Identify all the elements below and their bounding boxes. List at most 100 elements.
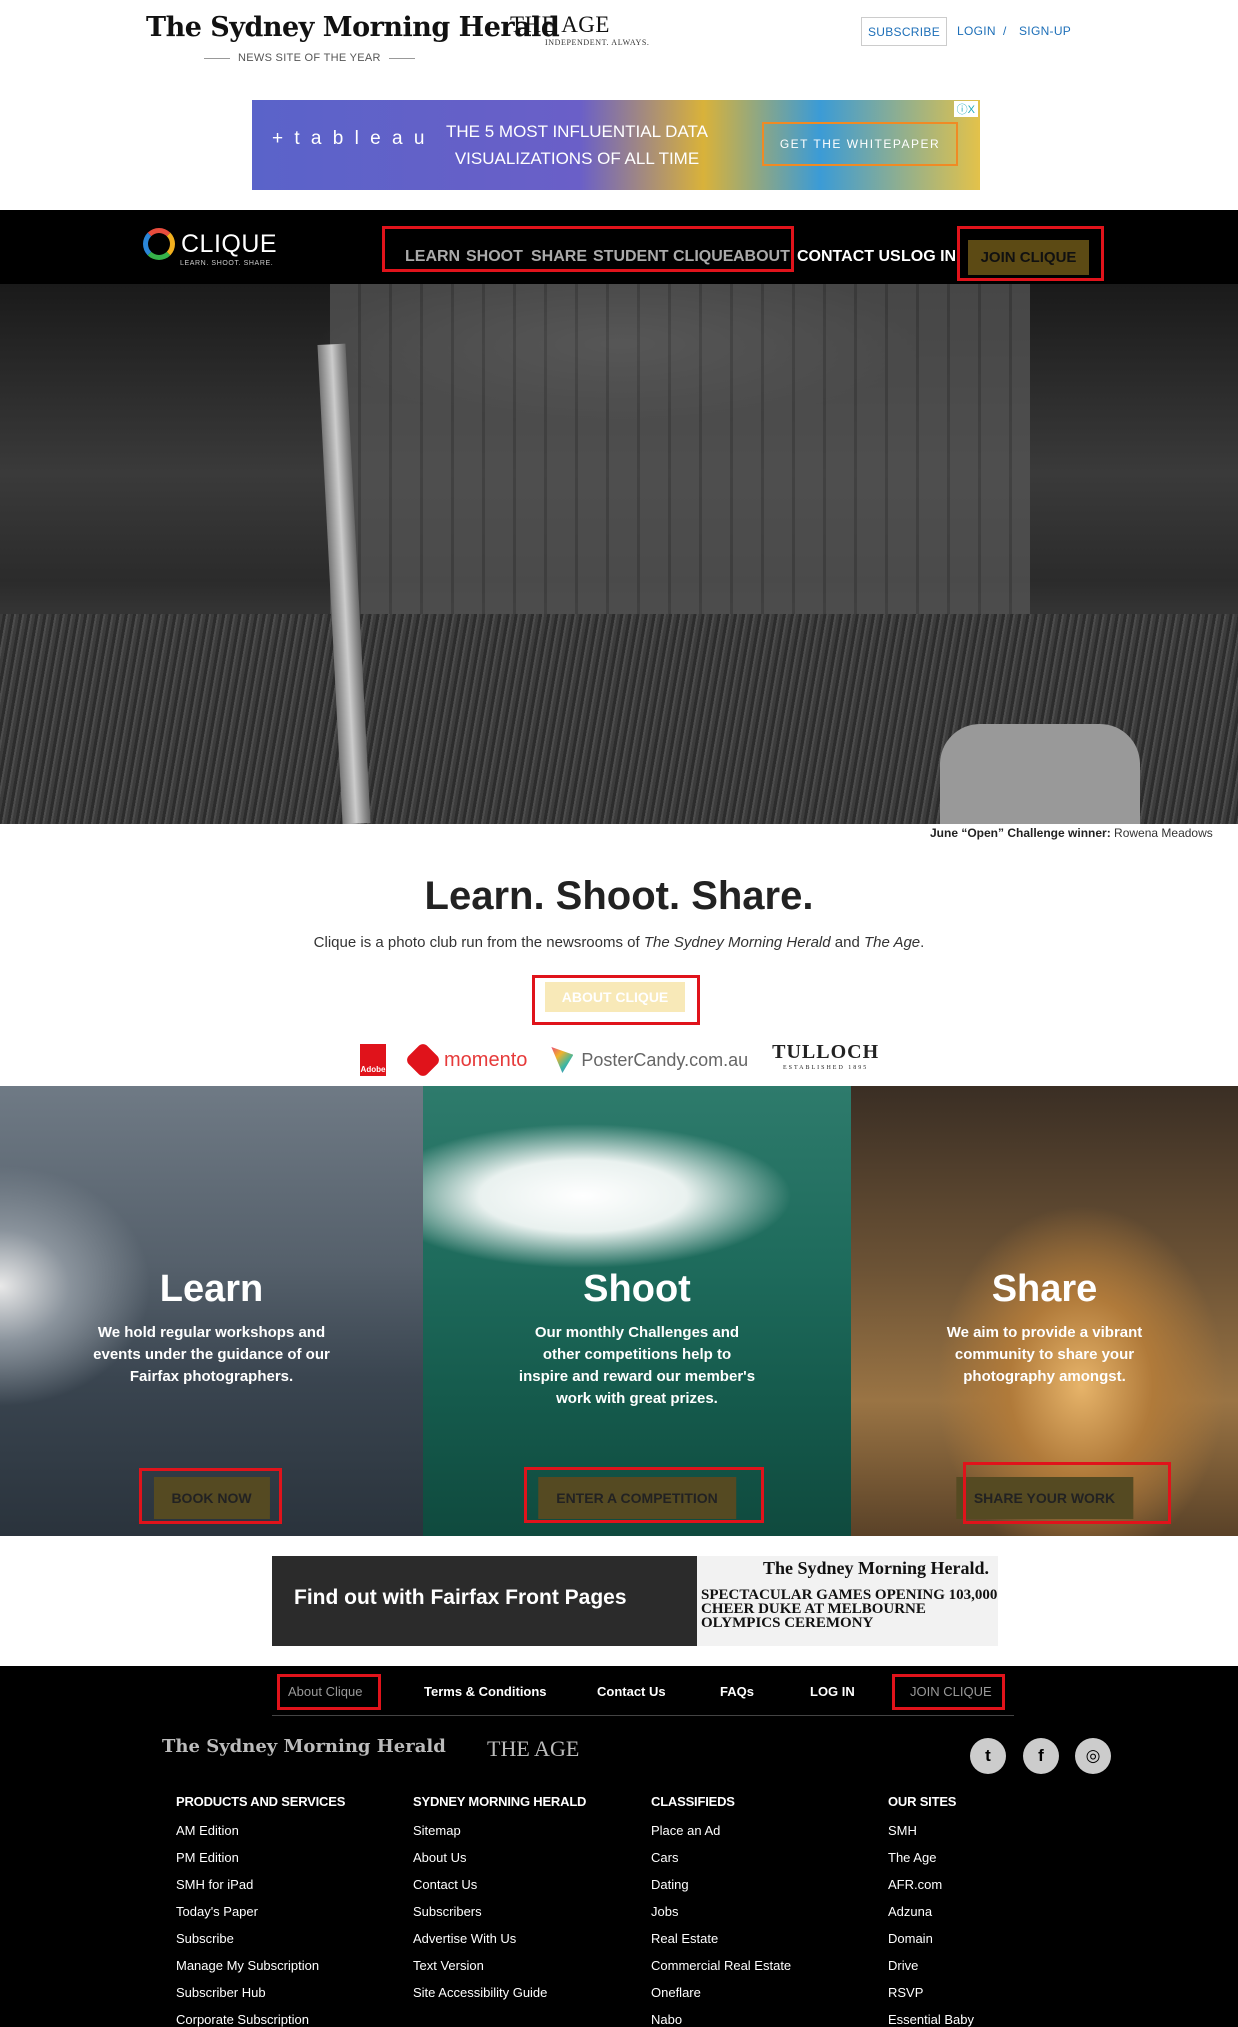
footer-link[interactable]: Subscribers bbox=[413, 1904, 633, 1931]
footer-col-classifieds: CLASSIFIEDS Place an Ad Cars Dating Jobs… bbox=[651, 1794, 871, 2027]
footer-link[interactable]: Jobs bbox=[651, 1904, 871, 1931]
nav-student-clique[interactable]: STUDENT CLIQUE bbox=[593, 248, 733, 266]
newspaper-image: The Sydney Morning Herald. SPECTACULAR G… bbox=[697, 1556, 998, 1646]
nav-log-in[interactable]: LOG IN bbox=[901, 248, 956, 266]
panel-shoot: Shoot Our monthly Challenges and other c… bbox=[423, 1086, 851, 1536]
footer-link[interactable]: Cars bbox=[651, 1850, 871, 1877]
panel-shoot-title: Shoot bbox=[583, 1268, 691, 1310]
footer-link[interactable]: Commercial Real Estate bbox=[651, 1958, 871, 1985]
tulloch-logo[interactable]: TULLOCH ESTABLISHED 1895 bbox=[772, 1042, 879, 1076]
footer-col-heading: SYDNEY MORNING HERALD bbox=[413, 1794, 587, 1809]
smh-logo[interactable]: The Sydney Morning Herald bbox=[146, 12, 560, 43]
instagram-icon[interactable]: ◎ bbox=[1075, 1738, 1111, 1774]
login-separator: / bbox=[1003, 24, 1007, 38]
nav-contact-us[interactable]: CONTACT US bbox=[797, 248, 901, 266]
footer-about-clique[interactable]: About Clique bbox=[288, 1684, 362, 1699]
ad-cta-button[interactable]: GET THE WHITEPAPER bbox=[762, 122, 958, 166]
footer-link[interactable]: AFR.com bbox=[888, 1877, 1088, 1904]
footer-link[interactable]: RSVP bbox=[888, 1985, 1088, 2012]
intro-title: Learn. Shoot. Share. bbox=[424, 874, 814, 918]
footer-col-products: PRODUCTS AND SERVICES AM Edition PM Edit… bbox=[176, 1794, 396, 2027]
hero-caption: June “Open” Challenge winner: Rowena Mea… bbox=[930, 826, 1213, 840]
footer-link[interactable]: Dating bbox=[651, 1877, 871, 1904]
subscribe-button[interactable]: SUBSCRIBE bbox=[861, 17, 947, 46]
caption-label: June “Open” Challenge winner: bbox=[930, 826, 1111, 840]
adobe-logo[interactable]: Adobe bbox=[360, 1044, 386, 1076]
footer-link[interactable]: Today's Paper bbox=[176, 1904, 396, 1931]
footer-smh-logo[interactable]: The Sydney Morning Herald bbox=[162, 1736, 446, 1757]
postercandy-text: PosterCandy.com.au bbox=[581, 1049, 749, 1070]
footer-link[interactable]: Essential Baby bbox=[888, 2012, 1088, 2027]
momento-text: momento bbox=[444, 1048, 528, 1071]
footer-join-clique[interactable]: JOIN CLIQUE bbox=[910, 1684, 992, 1699]
ad-headline: THE 5 MOST INFLUENTIAL DATA VISUALIZATIO… bbox=[446, 122, 708, 168]
enter-competition-button[interactable]: ENTER A COMPETITION bbox=[538, 1477, 736, 1519]
clique-logo-tagline: LEARN. SHOOT. SHARE. bbox=[180, 260, 274, 267]
clique-logo[interactable]: CLIQUE LEARN. SHOOT. SHARE. bbox=[143, 228, 278, 267]
footer-link[interactable]: About Us bbox=[413, 1850, 633, 1877]
smh-tagline: NEWS SITE OF THE YEAR bbox=[196, 52, 423, 64]
caption-name: Rowena Meadows bbox=[1114, 826, 1213, 840]
book-now-button[interactable]: BOOK NOW bbox=[153, 1477, 270, 1519]
footer-contact-us[interactable]: Contact Us bbox=[597, 1684, 666, 1699]
tableau-logo: + t a b l e a u bbox=[272, 128, 428, 149]
footer-the-age-logo[interactable]: THE AGE bbox=[487, 1736, 579, 1762]
footer-faqs[interactable]: FAQs bbox=[720, 1684, 754, 1699]
footer-terms[interactable]: Terms & Conditions bbox=[424, 1684, 547, 1699]
footer-link[interactable]: Subscribe bbox=[176, 1931, 396, 1958]
footer-col-heading: OUR SITES bbox=[888, 1794, 957, 1809]
intro-text: Clique is a photo club run from the news… bbox=[0, 934, 1238, 951]
login-link[interactable]: LOGIN bbox=[957, 24, 996, 38]
the-age-tagline: INDEPENDENT. ALWAYS. bbox=[545, 38, 650, 47]
momento-icon bbox=[404, 1041, 442, 1079]
twitter-icon[interactable]: t bbox=[970, 1738, 1006, 1774]
footer-link[interactable]: PM Edition bbox=[176, 1850, 396, 1877]
panel-share: Share We aim to provide a vibrant commun… bbox=[851, 1086, 1238, 1536]
footer-link[interactable]: Subscriber Hub bbox=[176, 1985, 396, 2012]
footer-log-in[interactable]: LOG IN bbox=[810, 1684, 855, 1699]
footer-link[interactable]: Oneflare bbox=[651, 1985, 871, 2012]
join-clique-button[interactable]: JOIN CLIQUE bbox=[968, 240, 1089, 275]
nav-learn[interactable]: LEARN bbox=[405, 248, 460, 266]
ad-choices-icon[interactable]: ⓘX bbox=[953, 101, 978, 117]
fairfax-front-pages-ad[interactable]: Find out with Fairfax Front Pages The Sy… bbox=[272, 1556, 998, 1646]
footer-link[interactable]: Domain bbox=[888, 1931, 1088, 1958]
nav-about[interactable]: ABOUT bbox=[733, 248, 790, 266]
hero-photo bbox=[0, 284, 1238, 824]
footer-link[interactable]: Advertise With Us bbox=[413, 1931, 633, 1958]
momento-logo[interactable]: momento bbox=[404, 1041, 528, 1079]
share-your-work-button[interactable]: SHARE YOUR WORK bbox=[955, 1477, 1134, 1519]
postercandy-logo[interactable]: PosterCandy.com.au bbox=[551, 1047, 748, 1073]
footer-link[interactable]: SMH for iPad bbox=[176, 1877, 396, 1904]
panel-learn-text: We hold regular workshops and events und… bbox=[93, 1324, 330, 1385]
tableau-ad-banner[interactable]: + t a b l e a u THE 5 MOST INFLUENTIAL D… bbox=[252, 100, 980, 190]
about-clique-button[interactable]: ABOUT CLIQUE bbox=[545, 982, 685, 1012]
footer-link[interactable]: Drive bbox=[888, 1958, 1088, 1985]
footer-link[interactable]: The Age bbox=[888, 1850, 1088, 1877]
footer-link[interactable]: Nabo bbox=[651, 2012, 871, 2027]
newspaper-headline: SPECTACULAR GAMES OPENING 103,000 CHEER … bbox=[701, 1587, 998, 1631]
the-age-logo[interactable]: THE AGE bbox=[510, 12, 610, 38]
site-footer: About Clique Terms & Conditions Contact … bbox=[0, 1666, 1238, 2027]
footer-link[interactable]: Sitemap bbox=[413, 1823, 633, 1850]
signup-link[interactable]: SIGN-UP bbox=[1019, 24, 1071, 38]
footer-link[interactable]: Corporate Subscription bbox=[176, 2012, 396, 2027]
nav-share[interactable]: SHARE bbox=[531, 248, 587, 266]
panel-shoot-text: Our monthly Challenges and other competi… bbox=[518, 1324, 756, 1407]
footer-link[interactable]: SMH bbox=[888, 1823, 1088, 1850]
footer-link[interactable]: Text Version bbox=[413, 1958, 633, 1985]
clique-ring-icon bbox=[143, 228, 175, 260]
facebook-icon[interactable]: f bbox=[1023, 1738, 1059, 1774]
footer-link[interactable]: Manage My Subscription bbox=[176, 1958, 396, 1985]
tulloch-subtext: ESTABLISHED 1895 bbox=[782, 1065, 869, 1071]
footer-link[interactable]: Place an Ad bbox=[651, 1823, 871, 1850]
clique-logo-text: CLIQUE bbox=[181, 230, 278, 258]
footer-link[interactable]: Site Accessibility Guide bbox=[413, 1985, 633, 2012]
footer-link[interactable]: AM Edition bbox=[176, 1823, 396, 1850]
footer-link[interactable]: Adzuna bbox=[888, 1904, 1088, 1931]
footer-link[interactable]: Contact Us bbox=[413, 1877, 633, 1904]
footer-link[interactable]: Real Estate bbox=[651, 1931, 871, 1958]
footer-col-heading: PRODUCTS AND SERVICES bbox=[176, 1794, 346, 1809]
site-header: The Sydney Morning Herald NEWS SITE OF T… bbox=[0, 0, 1238, 210]
nav-shoot[interactable]: SHOOT bbox=[466, 248, 523, 266]
